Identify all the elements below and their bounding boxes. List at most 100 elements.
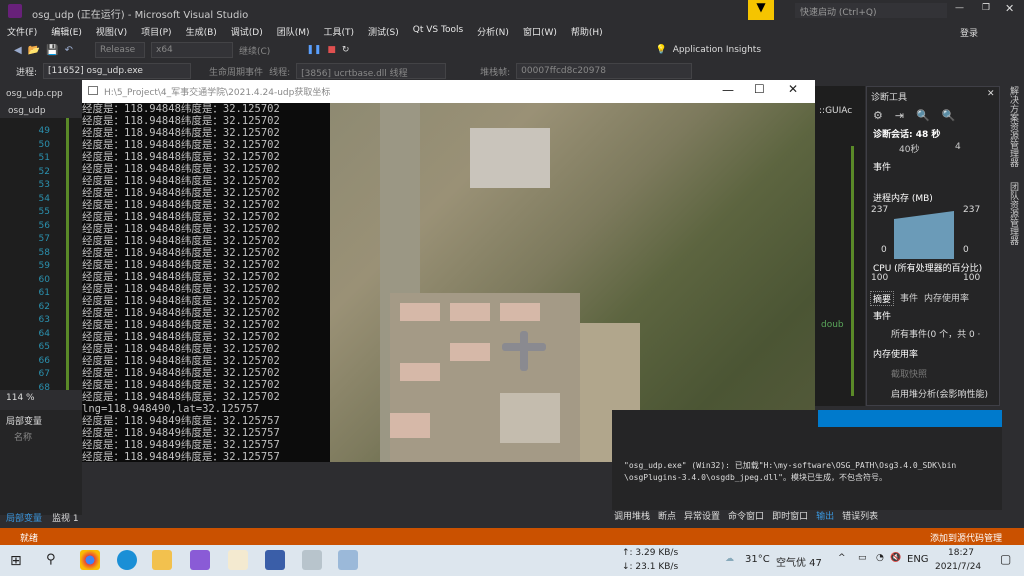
building — [500, 303, 540, 321]
output-tab[interactable]: 命令窗口 — [728, 509, 764, 522]
wifi-icon[interactable]: ◔ — [876, 553, 884, 563]
menu-item[interactable]: 编辑(E) — [44, 22, 89, 40]
osg-maximize-button[interactable]: ☐ — [754, 82, 765, 96]
thread-select[interactable]: [3856] ucrtbase.dll 线程 — [296, 63, 447, 79]
enable-heap-profiling-button[interactable]: 启用堆分析(会影响性能) — [891, 387, 988, 400]
diag-close-icon[interactable]: ✕ — [987, 89, 995, 99]
undo-icon[interactable]: ↶ — [65, 45, 73, 56]
close-button[interactable]: ✕ — [1005, 2, 1014, 15]
continue-button[interactable]: 继续(C) — [239, 44, 270, 57]
export-icon[interactable]: ⇥ — [895, 109, 904, 122]
menu-item[interactable]: 文件(F) — [0, 22, 44, 40]
menu-item[interactable]: 工具(T) — [317, 22, 362, 40]
menu-item[interactable]: 窗口(W) — [516, 22, 564, 40]
tab-osg-udp-cpp[interactable]: osg_udp.cpp — [6, 89, 63, 99]
air-quality[interactable]: 空气优 47 — [776, 554, 822, 569]
console-app-icon[interactable] — [302, 550, 322, 570]
platform-select[interactable]: x64 — [151, 42, 233, 58]
menu-item[interactable]: 团队(M) — [270, 22, 317, 40]
menu-item[interactable]: 帮助(H) — [564, 22, 610, 40]
process-select[interactable]: [11652] osg_udp.exe — [43, 63, 192, 79]
zoom-level[interactable]: 114 % — [6, 393, 35, 403]
lifecycle-events-button[interactable]: 生命周期事件 — [209, 65, 263, 78]
restore-button[interactable]: ❐ — [982, 3, 990, 13]
feedback-filter-icon[interactable]: ▼ — [748, 0, 774, 20]
cloud-icon: ☁ — [725, 554, 734, 564]
edge-icon[interactable] — [117, 550, 137, 570]
search-icon[interactable]: ⚲ — [46, 552, 56, 567]
osg-close-button[interactable]: ✕ — [788, 82, 798, 96]
zoom-in-icon[interactable]: 🔍 — [916, 109, 930, 122]
right-scope-select[interactable]: ::GUIAc — [819, 106, 852, 116]
output-tab[interactable]: 即时窗口 — [772, 509, 808, 522]
scope-select[interactable]: osg_udp — [8, 106, 46, 116]
all-events-link[interactable]: 所有事件(0 个，共 0 · — [891, 327, 980, 340]
app-icon[interactable] — [228, 550, 248, 570]
stop-icon[interactable]: ■ — [327, 45, 336, 55]
restart-icon[interactable]: ↻ — [342, 45, 350, 55]
sign-in-link[interactable]: 登录 — [960, 26, 978, 39]
clock-date[interactable]: 2021/7/24 — [935, 562, 981, 572]
menu-item[interactable]: 调试(D) — [224, 22, 270, 40]
osg-minimize-button[interactable]: — — [722, 83, 734, 97]
save-icon[interactable]: 💾 — [46, 45, 58, 56]
notifications-icon[interactable]: ▢ — [1000, 552, 1011, 566]
tab-memory-usage[interactable]: 内存使用率 — [924, 291, 969, 306]
line-number: 54 — [38, 193, 50, 204]
timeline-label-right: 4 — [955, 142, 961, 152]
back-icon[interactable]: ◀ — [14, 45, 22, 56]
weather-temp[interactable]: 31°C — [745, 554, 770, 565]
menu-item[interactable]: Qt VS Tools — [406, 22, 470, 40]
tab-summary[interactable]: 摘要 — [870, 291, 895, 306]
python-app-icon[interactable] — [265, 550, 285, 570]
tray-chevron-icon[interactable]: ^ — [838, 553, 846, 563]
tab-solution-explorer[interactable]: 解决方案资源管理器 — [1008, 86, 1018, 167]
volume-muted-icon[interactable]: 🔇 — [890, 553, 901, 563]
tab-locals[interactable]: 局部变量 — [6, 511, 42, 524]
building — [450, 303, 490, 321]
output-tab[interactable]: 输出 — [816, 509, 834, 522]
minimize-button[interactable]: — — [955, 3, 964, 13]
add-to-source-control-button[interactable]: 添加到源代码管理 — [930, 531, 1002, 544]
menu-item[interactable]: 测试(S) — [361, 22, 406, 40]
status-bar: 就绪 添加到源代码管理 — [0, 528, 1024, 545]
output-tab[interactable]: 异常设置 — [684, 509, 720, 522]
menu-item[interactable]: 分析(N) — [470, 22, 516, 40]
take-snapshot-button[interactable]: 截取快照 — [891, 367, 927, 380]
clock-time[interactable]: 18:27 — [948, 548, 974, 558]
battery-icon[interactable]: ▭ — [858, 553, 867, 563]
app-insights-button[interactable]: Application Insights — [673, 45, 761, 55]
windows-start-icon[interactable]: ⊞ — [10, 553, 22, 569]
tab-events[interactable]: 事件 — [900, 291, 918, 306]
console-output[interactable]: 经度是：118.94848纬度是：32.125702 经度是：118.94848纬… — [82, 103, 330, 462]
open-icon[interactable]: 📂 — [28, 45, 40, 56]
timeline-label[interactable]: 40秒 — [899, 142, 919, 155]
stack-frame-select[interactable]: 00007ffcd8c20978 — [516, 63, 693, 79]
quick-launch-input[interactable]: 快速启动 (Ctrl+Q) — [795, 3, 947, 18]
input-language[interactable]: ENG — [907, 554, 929, 565]
menu-item[interactable]: 视图(V) — [89, 22, 134, 40]
file-explorer-icon[interactable] — [152, 550, 172, 570]
menu-item[interactable]: 项目(P) — [134, 22, 178, 40]
gear-icon[interactable]: ⚙ — [873, 109, 883, 122]
events-section[interactable]: 事件 — [873, 160, 891, 173]
output-tab[interactable]: 断点 — [658, 509, 676, 522]
osg-satellite-view[interactable] — [330, 103, 815, 462]
zoom-out-icon[interactable]: 🔍 — [942, 109, 956, 122]
tab-watch-1[interactable]: 监视 1 — [52, 511, 79, 524]
memory-section[interactable]: 进程内存 (MB) — [873, 191, 933, 204]
building — [400, 303, 440, 321]
chrome-icon[interactable] — [80, 550, 100, 570]
tab-team-explorer[interactable]: 团队资源管理器 — [1008, 182, 1018, 245]
output-tab[interactable]: 错误列表 — [842, 509, 878, 522]
output-tab[interactable]: 调用堆栈 — [614, 509, 650, 522]
menu-item[interactable]: 生成(B) — [179, 22, 224, 40]
code-editor[interactable]: 49 50 51 52 53 54 55 56 57 58 59 60 61 62 63 64 65 66 67 68 — [0, 118, 82, 393]
cpu-max-right: 100 — [963, 273, 981, 283]
line-number: 55 — [38, 207, 50, 217]
mem-max-left: 237 — [871, 205, 889, 215]
osg-window-icon[interactable] — [338, 550, 358, 570]
config-select[interactable]: Release — [95, 42, 145, 58]
pause-icon[interactable]: ❚❚ — [306, 45, 321, 55]
visual-studio-icon[interactable] — [190, 550, 210, 570]
